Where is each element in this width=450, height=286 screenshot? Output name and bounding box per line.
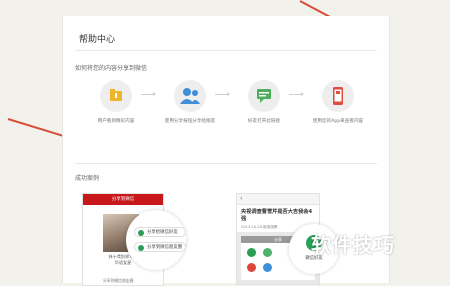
divider-top xyxy=(75,50,377,51)
folder-icon xyxy=(100,80,132,112)
section-cases-heading: 成功案例 xyxy=(75,175,100,182)
step-3: 好友打开此链接 xyxy=(227,80,301,125)
phone-icon xyxy=(322,80,354,112)
share-steps: 用户看到精彩内容 使用分享按钮分享给朋友 好友打开此链接 使用您的App来查看内… xyxy=(79,80,373,160)
case-1-share-popup: 分享给微信好友 分享到微信朋友圈 xyxy=(126,210,186,270)
step-2-label: 使用分享按钮分享给朋友 xyxy=(164,119,216,124)
step-1-label: 用户看到精彩内容 xyxy=(97,119,135,124)
share-to-friend-label: 分享给微信好友 xyxy=(147,230,178,235)
page-title: 帮助中心 xyxy=(79,35,116,45)
wechat-icon[interactable] xyxy=(247,248,256,257)
qq-icon[interactable] xyxy=(263,263,272,272)
chat-icon xyxy=(248,80,280,112)
share-to-friend-button[interactable]: 分享给微信好友 xyxy=(134,227,186,237)
case-1-header: 分享到微信 xyxy=(83,194,163,205)
weibo-icon[interactable] xyxy=(247,263,256,272)
watermark-text: 软件技巧 xyxy=(311,233,395,257)
moments-icon xyxy=(138,245,144,251)
share-to-moments-label: 分享到微信朋友圈 xyxy=(147,245,183,250)
users-icon xyxy=(174,80,206,112)
step-1: 用户看到精彩内容 xyxy=(79,80,153,125)
moments-icon[interactable] xyxy=(263,248,272,257)
case-1-bottom-text: 分享到微信朋友圈 xyxy=(103,278,134,283)
back-icon[interactable]: ‹ xyxy=(237,194,319,205)
step-3-label: 好友打开此链接 xyxy=(247,119,281,124)
divider-middle xyxy=(75,163,377,164)
step-4-label: 使用您的App来查看内容 xyxy=(312,119,364,124)
share-to-moments-button[interactable]: 分享到微信朋友圈 xyxy=(134,242,186,252)
step-2: 使用分享按钮分享给朋友 xyxy=(153,80,227,125)
section-howto-heading: 如何将您的内容分享到微信 xyxy=(75,65,148,72)
wechat-icon xyxy=(138,230,144,236)
step-4: 使用您的App来查看内容 xyxy=(301,80,375,125)
case-2-headline: 央视调查曹雪芹是否大吉我会4强 xyxy=(241,209,313,222)
